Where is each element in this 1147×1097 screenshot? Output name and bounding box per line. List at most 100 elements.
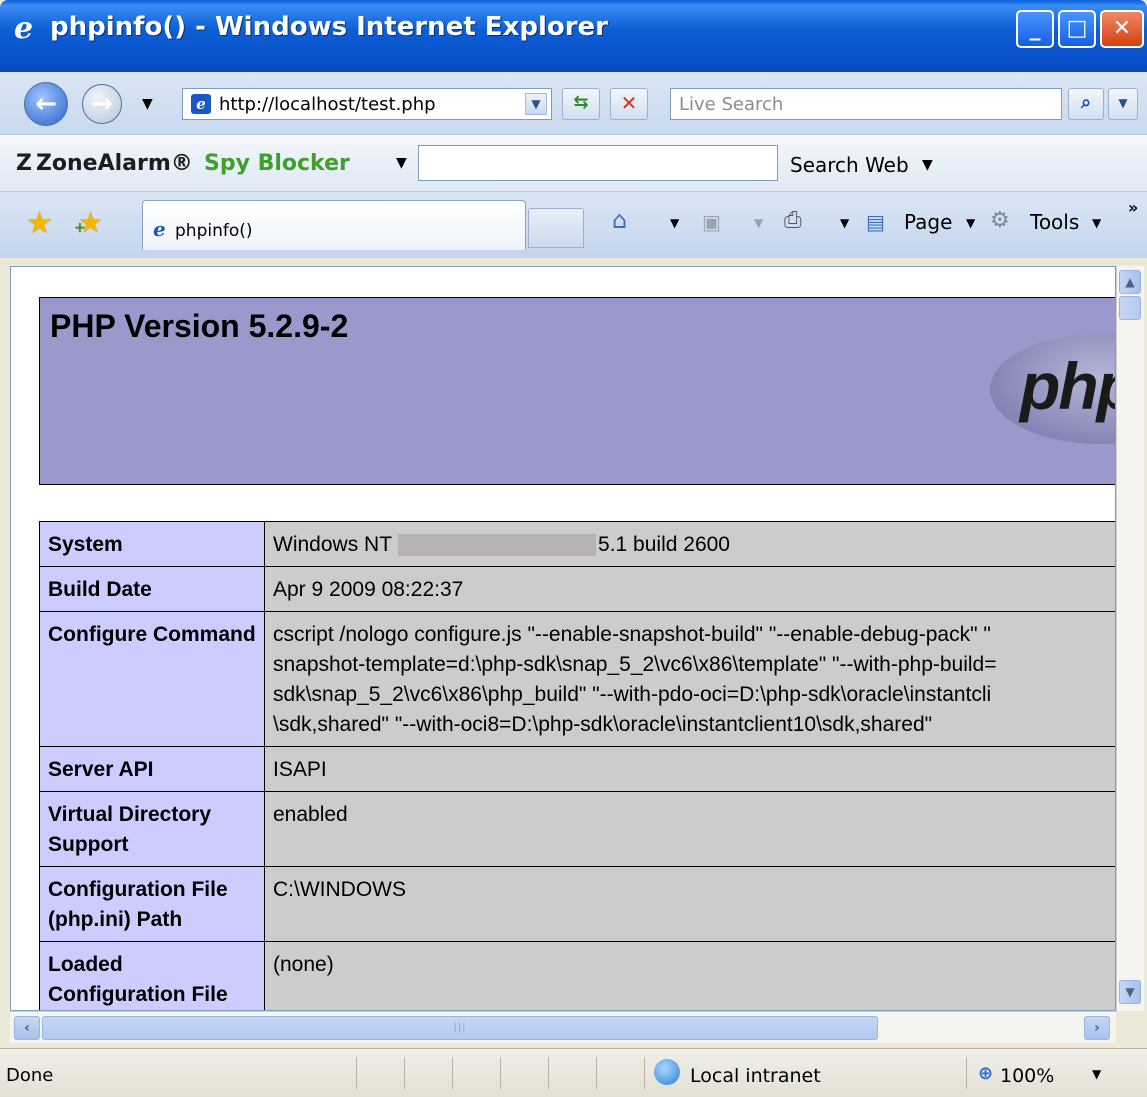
page-menu-dropdown[interactable]: ▼ [966,216,975,230]
row-value: cscript /nologo configure.js "--enable-s… [264,611,1115,747]
zonealarm-search-input[interactable] [418,145,778,181]
zonealarm-brand: ZoneAlarm® [35,151,193,176]
add-to-favorites-icon[interactable]: ★ + [74,206,103,239]
home-icon[interactable]: ⌂ [612,206,627,234]
table-row: Server API ISAPI [39,746,1115,792]
close-icon: ✕ [1112,16,1132,41]
zonealarm-z-icon: Z [16,151,32,176]
search-go-button[interactable]: ⌕ [1068,88,1104,120]
more-commands-chevron-icon[interactable]: » [1128,198,1138,217]
table-row: Configure Command cscript /nologo config… [39,611,1115,747]
configure-line: cscript /nologo configure.js "--enable-s… [273,623,991,646]
feeds-icon[interactable]: ▣ [702,210,721,234]
status-divider [644,1057,645,1089]
live-search-input[interactable]: Live Search [670,88,1062,120]
row-key: Loaded Configuration File [39,941,265,1010]
tab-ie-icon: e [153,217,166,241]
window-title: phpinfo() - Windows Internet Explorer [50,12,608,42]
page-menu-icon: ▤ [866,210,885,234]
system-value-prefix: Windows NT [273,533,393,556]
configure-line: sdk\snap_5_2\vc6\x86\php_build" "--with-… [273,683,992,706]
search-web-button[interactable]: Search Web [790,153,909,177]
recent-pages-dropdown[interactable]: ▼ [142,96,153,112]
home-dropdown[interactable]: ▼ [670,216,679,230]
spy-blocker-label: Spy Blocker [204,151,350,176]
stop-icon: ✕ [620,91,638,115]
scroll-right-button[interactable]: › [1084,1016,1110,1040]
status-bar: Done Local intranet ⊕ 100% ▼ [0,1048,1147,1097]
tab-phpinfo[interactable]: e phpinfo() [142,200,526,250]
table-row: Loaded Configuration File (none) [39,941,1115,1010]
favorites-center-icon[interactable]: ★ [26,206,53,241]
tools-gear-icon: ⚙ [990,208,1010,233]
title-bar[interactable]: e phpinfo() - Windows Internet Explorer … [0,0,1147,72]
spy-blocker-dropdown[interactable]: ▼ [396,155,407,171]
row-key: Server API [39,746,265,792]
back-button[interactable]: ← [24,82,68,126]
search-placeholder: Live Search [679,94,784,115]
zonealarm-toolbar: Z ZoneAlarm® Spy Blocker ▼ Search Web ▼ [0,134,1147,192]
row-value: C:\WINDOWS [264,866,1115,942]
table-row: System Windows NT 5.1 build 2600 [39,521,1115,567]
phpinfo-table: System Windows NT 5.1 build 2600 Build Da… [39,521,1115,1010]
scroll-left-button[interactable]: ‹ [14,1016,40,1040]
maximize-icon: □ [1066,16,1088,41]
row-value: Apr 9 2009 08:22:37 [264,566,1115,612]
status-divider [500,1057,501,1089]
zoom-dropdown[interactable]: ▼ [1092,1067,1101,1081]
address-field[interactable]: e http://localhost/test.php ▼ [182,88,552,120]
local-intranet-icon [654,1059,680,1085]
new-tab-button[interactable] [528,208,584,248]
close-button[interactable]: ✕ [1100,10,1144,48]
vertical-scroll-thumb[interactable] [1119,296,1141,320]
status-divider [548,1057,549,1089]
row-value: Windows NT 5.1 build 2600 [264,521,1115,567]
tools-menu-button[interactable]: Tools [1030,210,1079,234]
maximize-button[interactable]: □ [1058,10,1096,48]
redacted-block [398,534,597,557]
address-dropdown-button[interactable]: ▼ [525,93,547,115]
minimize-icon: _ [1029,16,1041,41]
print-icon[interactable]: ⎙ [784,208,802,233]
php-logo-text: php [1020,349,1115,423]
refresh-button[interactable]: ⇆ [562,88,600,120]
table-row: Build Date Apr 9 2009 08:22:37 [39,566,1115,612]
search-web-dropdown[interactable]: ▼ [922,157,933,173]
page-menu-button[interactable]: Page [904,210,952,234]
security-zone[interactable]: Local intranet [690,1065,821,1087]
tab-command-bar: ★ ★ + e phpinfo() ⌂ ▼ ▣ ▼ ⎙ ▼ ▤ Page ▼ ⚙ … [0,192,1147,258]
row-value: enabled [264,791,1115,867]
status-text: Done [6,1065,54,1086]
zoom-level[interactable]: 100% [1000,1065,1054,1087]
forward-arrow-icon: → [91,89,113,119]
web-content-area[interactable]: PHP Version 5.2.9-2 php System Windows N… [10,266,1116,1011]
page-title: PHP Version 5.2.9-2 [50,308,349,344]
back-arrow-icon: ← [35,89,57,119]
system-value-suffix: 5.1 build 2600 [598,533,730,556]
status-divider [452,1057,453,1089]
scrollbar-corner [1116,1011,1144,1043]
row-key: Virtual Directory Support [39,791,265,867]
status-divider [356,1057,357,1089]
tools-menu-dropdown[interactable]: ▼ [1092,216,1101,230]
print-dropdown[interactable]: ▼ [840,216,849,230]
page-ie-icon: e [191,94,211,114]
table-row: Virtual Directory Support enabled [39,791,1115,867]
configure-line: snapshot-template=d:\php-sdk\snap_5_2\vc… [273,653,997,676]
minimize-button[interactable]: _ [1016,10,1054,48]
feeds-dropdown[interactable]: ▼ [754,216,763,230]
horizontal-scrollbar[interactable]: ‹ ||| › [10,1011,1116,1043]
scroll-down-button[interactable]: ▼ [1119,980,1141,1004]
stop-button[interactable]: ✕ [610,88,648,120]
forward-button[interactable]: → [82,84,122,124]
row-key: Build Date [39,566,265,612]
search-icon: ⌕ [1080,92,1092,113]
status-divider [596,1057,597,1089]
row-value: (none) [264,941,1115,1010]
horizontal-scroll-thumb[interactable]: ||| [42,1016,878,1040]
table-row: Configuration File (php.ini) Path C:\WIN… [39,866,1115,942]
scroll-up-button[interactable]: ▲ [1119,270,1141,294]
status-divider [404,1057,405,1089]
vertical-scrollbar[interactable]: ▲ ▼ [1116,266,1144,1011]
search-options-button[interactable]: ▼ [1108,88,1138,120]
